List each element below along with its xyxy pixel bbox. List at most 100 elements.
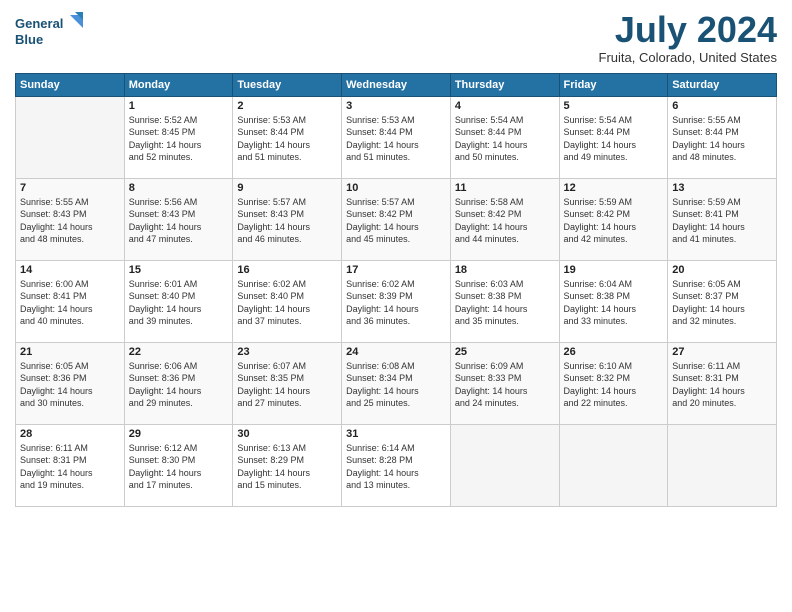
day-number: 12 [564,182,664,194]
cell-content: Sunrise: 6:04 AM Sunset: 8:38 PM Dayligh… [564,278,664,328]
day-number: 7 [20,182,120,194]
calendar-cell: 8 Sunrise: 5:56 AM Sunset: 8:43 PM Daylig… [124,178,233,260]
location: Fruita, Colorado, United States [599,50,777,65]
calendar-cell: 15 Sunrise: 6:01 AM Sunset: 8:40 PM Dayli… [124,260,233,342]
calendar-cell: 17Sunrise: 6:02 AM Sunset: 8:39 PM Dayli… [342,260,451,342]
cell-content: Sunrise: 5:55 AM Sunset: 8:43 PM Dayligh… [20,196,120,246]
day-number: 26 [564,346,664,358]
cell-content: Sunrise: 6:07 AM Sunset: 8:35 PM Dayligh… [237,360,337,410]
day-number: 3 [346,100,446,112]
calendar-cell: 27Sunrise: 6:11 AM Sunset: 8:31 PM Dayli… [668,342,777,424]
calendar-cell: 2 Sunrise: 5:53 AM Sunset: 8:44 PM Daylig… [233,96,342,178]
day-number: 18 [455,264,555,276]
cell-content: Sunrise: 5:59 AM Sunset: 8:41 PM Dayligh… [672,196,772,246]
title-area: July 2024 Fruita, Colorado, United State… [599,10,777,65]
cell-content: Sunrise: 5:57 AM Sunset: 8:43 PM Dayligh… [237,196,337,246]
calendar-cell: 22 Sunrise: 6:06 AM Sunset: 8:36 PM Dayli… [124,342,233,424]
calendar-cell [16,96,125,178]
calendar-cell: 24 Sunrise: 6:08 AM Sunset: 8:34 PM Dayli… [342,342,451,424]
cell-content: Sunrise: 5:59 AM Sunset: 8:42 PM Dayligh… [564,196,664,246]
day-header: Sunday [16,73,125,96]
calendar-cell: 9 Sunrise: 5:57 AM Sunset: 8:43 PM Daylig… [233,178,342,260]
calendar-cell: 13 Sunrise: 5:59 AM Sunset: 8:41 PM Dayli… [668,178,777,260]
day-number: 22 [129,346,229,358]
day-header: Tuesday [233,73,342,96]
month-title: July 2024 [599,10,777,50]
day-header: Thursday [450,73,559,96]
cell-content: Sunrise: 6:11 AM Sunset: 8:31 PM Dayligh… [672,360,772,410]
logo-svg: General Blue [15,10,85,55]
day-number: 10 [346,182,446,194]
calendar-cell [450,424,559,506]
calendar-cell: 19 Sunrise: 6:04 AM Sunset: 8:38 PM Dayli… [559,260,668,342]
cell-content: Sunrise: 6:05 AM Sunset: 8:36 PM Dayligh… [20,360,120,410]
day-number: 5 [564,100,664,112]
calendar-cell: 4 Sunrise: 5:54 AM Sunset: 8:44 PM Daylig… [450,96,559,178]
day-number: 20 [672,264,772,276]
calendar-cell: 5 Sunrise: 5:54 AM Sunset: 8:44 PM Daylig… [559,96,668,178]
day-number: 13 [672,182,772,194]
calendar-cell: 30Sunrise: 6:13 AM Sunset: 8:29 PM Dayli… [233,424,342,506]
day-header: Saturday [668,73,777,96]
cell-content: Sunrise: 6:08 AM Sunset: 8:34 PM Dayligh… [346,360,446,410]
day-number: 1 [129,100,229,112]
cell-content: Sunrise: 6:14 AM Sunset: 8:28 PM Dayligh… [346,442,446,492]
day-number: 19 [564,264,664,276]
day-number: 8 [129,182,229,194]
cell-content: Sunrise: 6:06 AM Sunset: 8:36 PM Dayligh… [129,360,229,410]
cell-content: Sunrise: 5:52 AM Sunset: 8:45 PM Dayligh… [129,114,229,164]
day-number: 29 [129,428,229,440]
cell-content: Sunrise: 6:13 AM Sunset: 8:29 PM Dayligh… [237,442,337,492]
calendar-cell [559,424,668,506]
calendar-cell: 25 Sunrise: 6:09 AM Sunset: 8:33 PM Dayli… [450,342,559,424]
cell-content: Sunrise: 6:00 AM Sunset: 8:41 PM Dayligh… [20,278,120,328]
cell-content: Sunrise: 5:54 AM Sunset: 8:44 PM Dayligh… [455,114,555,164]
svg-text:General: General [15,16,63,31]
logo: General Blue [15,10,85,55]
day-number: 15 [129,264,229,276]
cell-content: Sunrise: 5:53 AM Sunset: 8:44 PM Dayligh… [237,114,337,164]
day-header: Wednesday [342,73,451,96]
cell-content: Sunrise: 6:05 AM Sunset: 8:37 PM Dayligh… [672,278,772,328]
day-number: 28 [20,428,120,440]
day-number: 24 [346,346,446,358]
cell-content: Sunrise: 6:10 AM Sunset: 8:32 PM Dayligh… [564,360,664,410]
calendar-cell: 23 Sunrise: 6:07 AM Sunset: 8:35 PM Dayli… [233,342,342,424]
day-header: Monday [124,73,233,96]
cell-content: Sunrise: 5:56 AM Sunset: 8:43 PM Dayligh… [129,196,229,246]
svg-text:Blue: Blue [15,32,43,47]
day-header: Friday [559,73,668,96]
cell-content: Sunrise: 6:12 AM Sunset: 8:30 PM Dayligh… [129,442,229,492]
day-number: 31 [346,428,446,440]
calendar-cell: 20 Sunrise: 6:05 AM Sunset: 8:37 PM Dayli… [668,260,777,342]
day-number: 21 [20,346,120,358]
calendar-cell: 14Sunrise: 6:00 AM Sunset: 8:41 PM Dayli… [16,260,125,342]
calendar-cell: 7 Sunrise: 5:55 AM Sunset: 8:43 PM Daylig… [16,178,125,260]
calendar-cell: 6 Sunrise: 5:55 AM Sunset: 8:44 PM Daylig… [668,96,777,178]
day-number: 16 [237,264,337,276]
calendar-cell: 18Sunrise: 6:03 AM Sunset: 8:38 PM Dayli… [450,260,559,342]
cell-content: Sunrise: 6:02 AM Sunset: 8:39 PM Dayligh… [346,278,446,328]
calendar-cell: 28Sunrise: 6:11 AM Sunset: 8:31 PM Dayli… [16,424,125,506]
day-number: 25 [455,346,555,358]
calendar-cell: 26 Sunrise: 6:10 AM Sunset: 8:32 PM Dayli… [559,342,668,424]
day-number: 11 [455,182,555,194]
calendar-cell: 1 Sunrise: 5:52 AM Sunset: 8:45 PM Daylig… [124,96,233,178]
day-number: 6 [672,100,772,112]
calendar-table: SundayMondayTuesdayWednesdayThursdayFrid… [15,73,777,507]
calendar-cell: 31 Sunrise: 6:14 AM Sunset: 8:28 PM Dayli… [342,424,451,506]
day-number: 2 [237,100,337,112]
cell-content: Sunrise: 6:01 AM Sunset: 8:40 PM Dayligh… [129,278,229,328]
day-number: 9 [237,182,337,194]
calendar-cell: 16Sunrise: 6:02 AM Sunset: 8:40 PM Dayli… [233,260,342,342]
cell-content: Sunrise: 6:09 AM Sunset: 8:33 PM Dayligh… [455,360,555,410]
day-number: 23 [237,346,337,358]
cell-content: Sunrise: 5:58 AM Sunset: 8:42 PM Dayligh… [455,196,555,246]
calendar-cell: 21 Sunrise: 6:05 AM Sunset: 8:36 PM Dayli… [16,342,125,424]
day-number: 4 [455,100,555,112]
cell-content: Sunrise: 5:54 AM Sunset: 8:44 PM Dayligh… [564,114,664,164]
calendar-cell: 10Sunrise: 5:57 AM Sunset: 8:42 PM Dayli… [342,178,451,260]
cell-content: Sunrise: 5:55 AM Sunset: 8:44 PM Dayligh… [672,114,772,164]
calendar-cell: 12 Sunrise: 5:59 AM Sunset: 8:42 PM Dayli… [559,178,668,260]
calendar-cell [668,424,777,506]
